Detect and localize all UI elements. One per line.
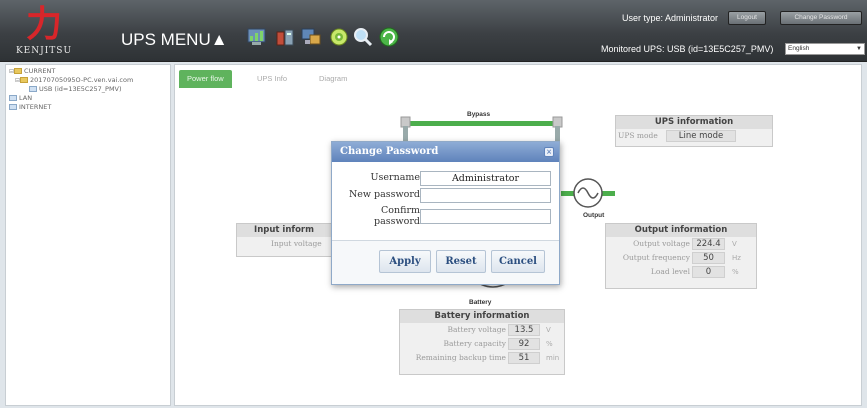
chevron-down-icon: ▼ (856, 46, 862, 52)
confirm-password-field[interactable] (420, 209, 551, 224)
monitor-network-icon[interactable] (300, 26, 322, 48)
change-password-button[interactable]: Change Password (780, 11, 862, 25)
input-info-title: Input inform (237, 224, 331, 237)
output-info-title: Output information (606, 224, 756, 237)
battery-capacity-unit: % (546, 340, 553, 348)
tree-item-current[interactable]: ⊟ CURRENT (9, 67, 167, 76)
ups-menu-title[interactable]: UPS MENU▲ (121, 30, 228, 50)
new-password-label: New password (348, 189, 420, 200)
reset-button[interactable]: Reset (436, 250, 486, 273)
device-icon (29, 86, 37, 92)
bypass-label: Bypass (467, 111, 491, 118)
apply-button[interactable]: Apply (379, 250, 431, 273)
kenjitsu-logo: 力 KENJITSU (14, 4, 74, 60)
username-field[interactable] (420, 171, 551, 186)
tree-item-label: CURRENT (24, 67, 56, 75)
load-level-label: Load level (650, 267, 690, 276)
logo-glyph: 力 (25, 3, 62, 45)
battery-voltage-label: Battery voltage (447, 325, 506, 334)
close-icon[interactable]: × (544, 147, 554, 157)
input-voltage-label: Input voltage (271, 239, 322, 248)
ups-info-title: UPS information (616, 116, 772, 129)
tree-item-usb[interactable]: USB (id=13E5C257_PMV) (9, 85, 167, 94)
battery-voltage-unit: V (546, 326, 551, 334)
backup-time-row: Remaining backup time 51 min (400, 351, 564, 365)
output-info-panel: Output information Output voltage 224.4 … (605, 223, 757, 289)
battery-label: Battery (469, 299, 492, 306)
output-voltage-label: Output voltage (633, 239, 690, 248)
logout-button[interactable]: Logout (728, 11, 766, 25)
folder-icon (9, 104, 17, 110)
backup-time-label: Remaining backup time (415, 353, 506, 362)
backup-time-unit: min (546, 354, 560, 362)
load-level-unit: % (732, 268, 739, 276)
confirm-password-label: Confirm password (336, 205, 420, 227)
output-frequency-unit: Hz (732, 254, 741, 262)
device-tree-sidebar: ⊟ CURRENT ⊟ 20170705095O-PC.ven.vai.com US… (5, 64, 171, 406)
output-frequency-row: Output frequency 50 Hz (606, 251, 756, 265)
refresh-icon[interactable] (378, 26, 400, 48)
battery-info-title: Battery information (400, 310, 564, 323)
output-frequency-value: 50 (692, 252, 725, 264)
dialog-header: Change Password × (332, 142, 559, 162)
tree-item-label: INTERNET (19, 103, 52, 111)
logo-text: KENJITSU (15, 46, 73, 56)
username-label: Username (370, 172, 420, 183)
tree-item-label: LAN (19, 94, 33, 102)
bypass-left-node (400, 116, 411, 128)
ups-mode-row: UPS mode Line mode (616, 129, 772, 143)
battery-capacity-label: Battery capacity (443, 339, 506, 348)
load-level-row: Load level 0 % (606, 265, 756, 279)
dialog-button-bar: Apply Reset Cancel (332, 240, 559, 284)
cancel-button[interactable]: Cancel (491, 250, 545, 273)
output-voltage-row: Output voltage 224.4 V (606, 237, 756, 251)
language-select[interactable]: English ▼ (785, 43, 865, 55)
output-voltage-unit: V (732, 240, 737, 248)
battery-voltage-row: Battery voltage 13.5 V (400, 323, 564, 337)
battery-capacity-value: 92 (508, 338, 540, 350)
monitored-ups-label: Monitored UPS: USB (id=13E5C257_PMV) (601, 44, 774, 54)
language-value: English (788, 45, 810, 52)
output-label: Output (583, 212, 605, 219)
tree-item-internet[interactable]: INTERNET (9, 103, 167, 112)
user-type-label: User type: Administrator (622, 13, 719, 23)
battery-capacity-row: Battery capacity 92 % (400, 337, 564, 351)
ups-mode-value: Line mode (666, 130, 736, 142)
tree-item-host[interactable]: ⊟ 20170705095O-PC.ven.vai.com (9, 76, 167, 85)
battery-voltage-value: 13.5 (508, 324, 540, 336)
folder-icon (20, 77, 29, 83)
confirm-label-line1: Confirm (381, 205, 420, 216)
search-icon[interactable] (352, 26, 374, 48)
top-header: 力 KENJITSU UPS MENU▲ User type: Administ… (0, 0, 867, 62)
tree-item-lan[interactable]: LAN (9, 94, 167, 103)
backup-time-value: 51 (508, 352, 540, 364)
ups-info-panel: UPS information UPS mode Line mode (615, 115, 773, 147)
dialog-title: Change Password (340, 146, 439, 157)
ups-mode-label: UPS mode (618, 131, 658, 140)
bypass-flow-line (407, 121, 557, 126)
folder-icon (14, 68, 23, 74)
input-voltage-row: Input voltage (237, 237, 331, 251)
folder-icon (9, 95, 17, 101)
cd-icon[interactable] (328, 26, 350, 48)
chart-icon[interactable] (246, 26, 268, 48)
confirm-label-line2: password (374, 216, 420, 227)
battery-pack-icon[interactable] (274, 26, 296, 48)
output-voltage-value: 224.4 (692, 238, 725, 250)
tree-item-label: 20170705095O-PC.ven.vai.com (30, 76, 134, 84)
bypass-right-node (552, 116, 563, 128)
load-level-value: 0 (692, 266, 725, 278)
change-password-dialog: Change Password × Username New password … (331, 141, 560, 285)
input-info-panel: Input inform Input voltage (236, 223, 332, 257)
tree-item-label: USB (id=13E5C257_PMV) (39, 85, 122, 93)
new-password-field[interactable] (420, 188, 551, 203)
output-frequency-label: Output frequency (622, 253, 690, 262)
battery-info-panel: Battery information Battery voltage 13.5… (399, 309, 565, 375)
